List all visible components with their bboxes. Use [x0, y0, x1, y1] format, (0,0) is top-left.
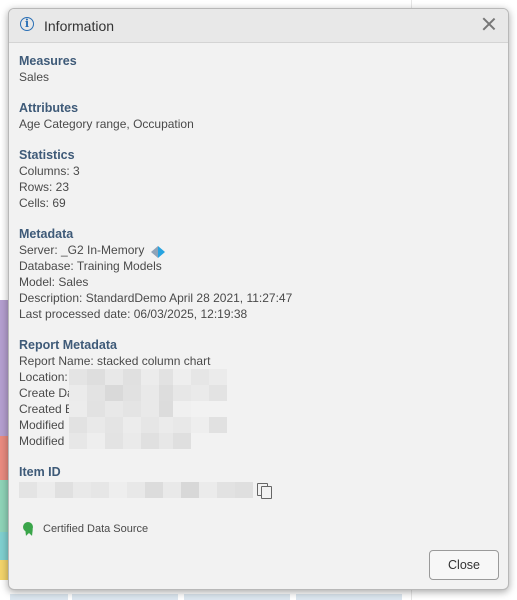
metadata-model: Model: Sales: [19, 275, 89, 289]
certified-badge-icon: [21, 522, 35, 537]
dialog-title: Information: [44, 18, 115, 34]
attributes-value: Age Category range, Occupation: [19, 117, 194, 131]
item-id-title: Item ID: [19, 465, 61, 479]
measures-section: Measures Sales: [19, 53, 77, 85]
measures-title: Measures: [19, 54, 77, 68]
dialog-header: i Information: [9, 9, 508, 43]
report-metadata-title: Report Metadata: [19, 338, 117, 352]
metadata-section: Metadata Server: _G2 In-Memory Database:…: [19, 226, 292, 322]
metadata-description: Description: StandardDemo April 28 2021,…: [19, 291, 293, 305]
metadata-server-row: Server: _G2 In-Memory: [19, 242, 292, 258]
copy-icon[interactable]: [257, 483, 272, 499]
metadata-database: Database: Training Models: [19, 259, 162, 273]
metadata-last-processed: Last processed date: 06/03/2025, 12:19:3…: [19, 307, 248, 321]
metadata-title: Metadata: [19, 227, 74, 241]
attributes-title: Attributes: [19, 101, 79, 115]
information-dialog: i Information Measures Sales Attributes …: [8, 8, 509, 590]
statistics-cells: Cells: 69: [19, 196, 66, 210]
statistics-columns: Columns: 3: [19, 164, 80, 178]
metadata-server: Server: _G2 In-Memory: [19, 243, 145, 257]
background-bar: [296, 594, 402, 600]
background-bar: [72, 594, 178, 600]
statistics-title: Statistics: [19, 148, 75, 162]
item-id-section: Item ID: [19, 464, 499, 499]
info-icon: i: [20, 17, 34, 31]
report-name: Report Name: stacked column chart: [19, 354, 211, 368]
attributes-section: Attributes Age Category range, Occupatio…: [19, 100, 194, 132]
certified-label: Certified Data Source: [43, 523, 149, 535]
statistics-section: Statistics Columns: 3 Rows: 23 Cells: 69: [19, 147, 80, 211]
report-metadata-section: Report Metadata Report Name: stacked col…: [19, 337, 499, 449]
server-icon: [150, 244, 166, 258]
background-bar: [184, 594, 290, 600]
close-button[interactable]: Close: [429, 550, 499, 580]
certified-data-source: Certified Data Source: [21, 522, 149, 537]
close-icon[interactable]: [480, 15, 498, 33]
measures-value: Sales: [19, 70, 50, 84]
statistics-rows: Rows: 23: [19, 180, 70, 194]
background-bar: [10, 594, 68, 600]
